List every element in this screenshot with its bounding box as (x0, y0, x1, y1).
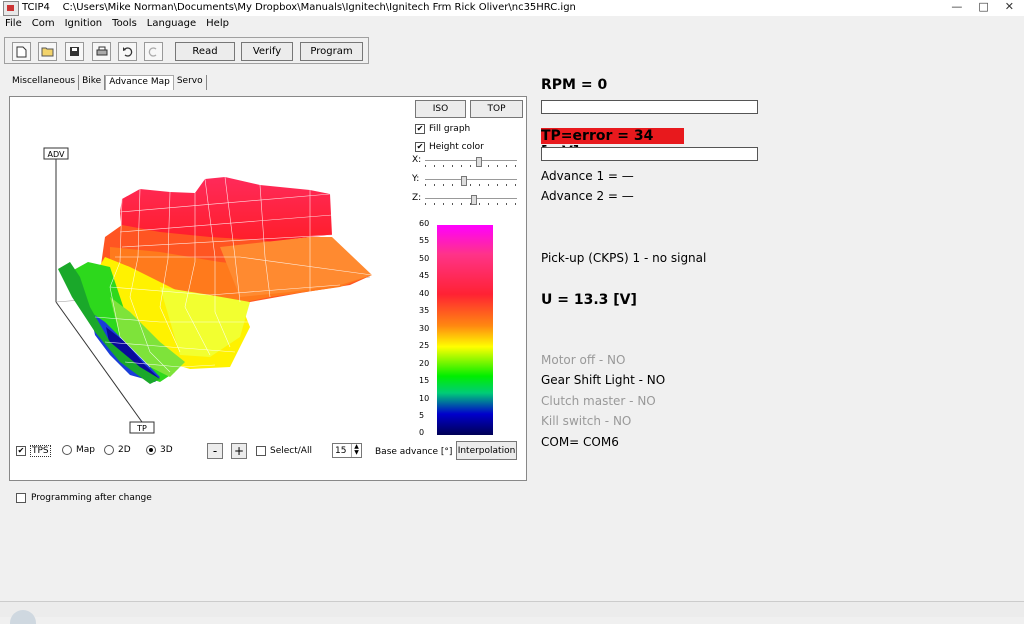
base-advance-input[interactable]: 15 ▲ ▼ (332, 443, 362, 458)
fill-graph-label: Fill graph (429, 124, 471, 134)
scale-label-0: 0 (419, 428, 425, 437)
advance-map-panel: ADV TP ISO TOP ✔ Fill graph ✔ Height col… (9, 96, 527, 481)
z-slider-label: Z: (412, 193, 422, 203)
scale-label-55: 55 (419, 236, 430, 245)
scale-label-5: 5 (419, 411, 425, 420)
tab-miscellaneous[interactable]: Miscellaneous (9, 75, 80, 90)
base-advance-label: Base advance [°] (375, 447, 453, 457)
2d-radio[interactable]: 2D (104, 445, 131, 455)
height-color-check-mark: ✔ (415, 142, 425, 152)
minus-button[interactable]: - (207, 443, 223, 459)
toolbar: Read Verify Program (4, 37, 369, 64)
voltage-readout: U = 13.3 [V] (541, 292, 637, 308)
status-panel: RPM = 0 TP=error = 34 [mV] Advance 1 = —… (541, 0, 1021, 616)
rpm-bar (541, 100, 758, 114)
map-radio-label: Map (76, 445, 95, 455)
tps-label: TPS (30, 445, 51, 457)
start-orb-icon[interactable] (10, 610, 36, 624)
3d-radio-label: 3D (160, 445, 173, 455)
height-color-scale: 60 55 50 45 40 35 30 25 20 15 10 5 0 (419, 216, 499, 438)
adv-axis-label: ADV (48, 150, 65, 159)
app-icon (3, 1, 19, 16)
programming-after-change-box (16, 493, 26, 503)
y-slider-label: Y: (412, 174, 420, 184)
scale-label-45: 45 (419, 271, 430, 280)
motor-off-status: Motor off - NO (541, 353, 626, 367)
undo-icon[interactable] (118, 42, 137, 61)
tab-servo[interactable]: Servo (174, 75, 207, 90)
scale-label-60: 60 (419, 219, 430, 228)
new-file-icon[interactable] (12, 42, 31, 61)
select-all-box (256, 446, 266, 456)
map-radio[interactable]: Map (62, 445, 95, 455)
scale-label-25: 25 (419, 341, 430, 350)
menu-ignition[interactable]: Ignition (60, 16, 108, 31)
scale-label-15: 15 (419, 376, 430, 385)
tps-check-mark: ✔ (16, 446, 26, 456)
select-all-label: Select/All (270, 446, 312, 456)
menu-help[interactable]: Help (201, 16, 234, 31)
advance-2-readout: Advance 2 = — (541, 189, 634, 203)
advance-map-3d-surface[interactable]: ADV TP (10, 97, 410, 442)
verify-button[interactable]: Verify (241, 42, 293, 61)
interpolation-button[interactable]: Interpolation (456, 441, 517, 460)
map-radio-circle (62, 445, 72, 455)
select-all-checkbox[interactable]: Select/All (256, 446, 312, 456)
tp-axis-label: TP (136, 424, 147, 433)
tab-bike[interactable]: Bike (79, 75, 106, 90)
3d-radio-circle (146, 445, 156, 455)
3d-radio[interactable]: 3D (146, 445, 173, 455)
programming-after-change-checkbox[interactable]: Programming after change (16, 493, 152, 503)
scale-label-40: 40 (419, 289, 430, 298)
fill-graph-check-mark: ✔ (415, 124, 425, 134)
taskbar (0, 601, 1024, 624)
menu-tools[interactable]: Tools (107, 16, 142, 31)
x-slider-label: X: (412, 155, 422, 165)
y-rotation-slider[interactable]: Y: (412, 174, 519, 188)
read-button[interactable]: Read (175, 42, 235, 61)
scale-label-20: 20 (419, 359, 430, 368)
advance-1-readout: Advance 1 = — (541, 169, 634, 183)
base-advance-value: 15 (335, 446, 347, 456)
gear-shift-light-status: Gear Shift Light - NO (541, 373, 666, 387)
2d-radio-circle (104, 445, 114, 455)
iso-view-button[interactable]: ISO (415, 100, 466, 118)
plus-button[interactable]: + (231, 443, 247, 459)
tp-error-readout: TP=error = 34 [mV] (541, 128, 684, 160)
rpm-readout: RPM = 0 (541, 77, 608, 93)
menu-com[interactable]: Com (27, 16, 60, 31)
x-rotation-slider[interactable]: X: (412, 155, 519, 169)
pickup-status: Pick-up (CKPS) 1 - no signal (541, 251, 707, 265)
tps-checkbox[interactable]: ✔ TPS (16, 445, 51, 457)
top-view-button[interactable]: TOP (470, 100, 523, 118)
menu-file[interactable]: File (0, 16, 27, 31)
scale-label-30: 30 (419, 324, 430, 333)
save-icon[interactable] (65, 42, 84, 61)
height-color-checkbox[interactable]: ✔ Height color (415, 142, 484, 152)
redo-icon[interactable] (144, 42, 163, 61)
kill-switch-status: Kill switch - NO (541, 414, 632, 428)
print-icon[interactable] (92, 42, 111, 61)
base-advance-spinner-icon[interactable]: ▲ ▼ (351, 444, 361, 457)
z-rotation-slider[interactable]: Z: (412, 193, 519, 207)
tab-strip: Miscellaneous Bike Advance Map Servo (9, 75, 207, 90)
com-port-status: COM= COM6 (541, 435, 619, 449)
scale-label-50: 50 (419, 254, 430, 263)
menu-language[interactable]: Language (142, 16, 201, 31)
2d-radio-label: 2D (118, 445, 131, 455)
program-button[interactable]: Program (300, 42, 363, 61)
open-folder-icon[interactable] (38, 42, 57, 61)
color-scale-bar (437, 225, 493, 435)
scale-label-10: 10 (419, 394, 430, 403)
clutch-master-status: Clutch master - NO (541, 394, 656, 408)
programming-after-change-label: Programming after change (31, 493, 152, 503)
tab-advance-map[interactable]: Advance Map (105, 75, 174, 90)
tp-bar (541, 147, 758, 161)
height-color-label: Height color (429, 142, 484, 152)
scale-label-35: 35 (419, 306, 430, 315)
window-title: TCIP4 C:\Users\Mike Norman\Documents\My … (22, 2, 576, 13)
fill-graph-checkbox[interactable]: ✔ Fill graph (415, 124, 470, 134)
